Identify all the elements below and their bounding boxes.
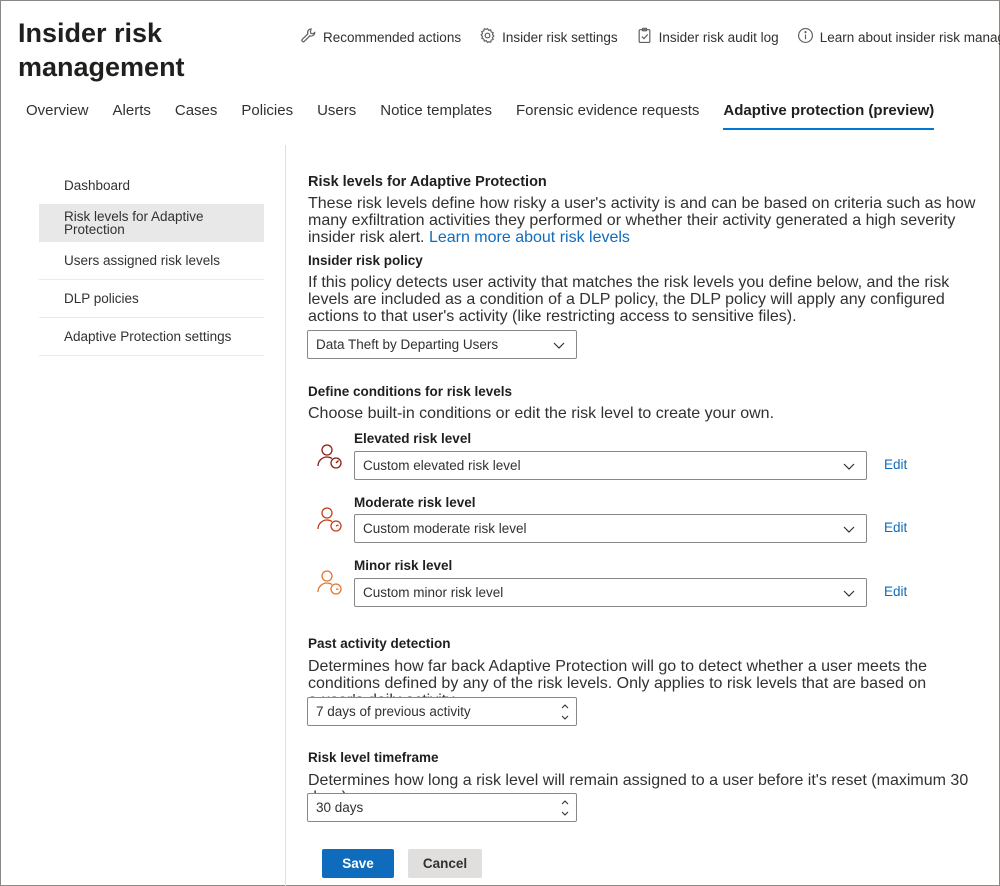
sidebar-item-dashboard[interactable]: Dashboard: [39, 166, 264, 204]
tab-bar: Overview Alerts Cases Policies Users Not…: [26, 100, 934, 132]
moderate-risk-user-icon: [317, 507, 342, 532]
sidebar-item-label: DLP policies: [64, 291, 139, 306]
sidebar-divider: [285, 145, 286, 886]
insider-risk-policy-dropdown[interactable]: Data Theft by Departing Users: [307, 330, 577, 359]
elevated-risk-user-icon: [317, 444, 342, 469]
info-icon: [797, 27, 814, 47]
chevron-down-icon: [843, 590, 855, 597]
save-button[interactable]: Save: [322, 849, 394, 878]
tab-forensic-evidence[interactable]: Forensic evidence requests: [516, 100, 699, 132]
define-conditions-description: Choose built-in conditions or edit the r…: [308, 405, 775, 422]
tab-adaptive-protection[interactable]: Adaptive protection (preview): [723, 100, 934, 132]
learn-more-risk-levels-link[interactable]: Learn more about risk levels: [429, 229, 630, 246]
sidebar-item-label: Users assigned risk levels: [64, 253, 221, 268]
insider-risk-policy-label: Insider risk policy: [308, 253, 423, 268]
chevron-down-icon: [843, 526, 855, 533]
sidebar-item-risk-levels[interactable]: Risk levels for Adaptive Protection: [39, 204, 264, 242]
tab-alerts[interactable]: Alerts: [113, 100, 151, 132]
edit-moderate-risk-link[interactable]: Edit: [884, 520, 907, 535]
dropdown-value: Data Theft by Departing Users: [316, 337, 499, 352]
learn-about-link[interactable]: Learn about insider risk management: [797, 27, 1000, 47]
recommended-actions-link[interactable]: Recommended actions: [300, 27, 461, 47]
edit-elevated-risk-link[interactable]: Edit: [884, 457, 907, 472]
audit-log-link[interactable]: Insider risk audit log: [636, 27, 779, 47]
chevron-down-icon: [843, 463, 855, 470]
sidebar-item-users-assigned[interactable]: Users assigned risk levels: [39, 242, 264, 280]
sidebar-item-label: Risk levels for Adaptive Protection: [64, 209, 204, 237]
define-conditions-label: Define conditions for risk levels: [308, 384, 513, 399]
past-activity-label: Past activity detection: [308, 636, 451, 651]
page-title: Insider risk management: [18, 18, 185, 82]
section-description-text: These risk levels define how risky a use…: [308, 195, 976, 246]
elevated-risk-dropdown[interactable]: Custom elevated risk level: [354, 451, 867, 480]
edit-minor-risk-link[interactable]: Edit: [884, 584, 907, 599]
window-frame: [0, 0, 1000, 886]
spin-arrows-icon[interactable]: [560, 797, 570, 819]
minor-risk-user-icon: [317, 570, 342, 595]
risk-level-timeframe-label: Risk level timeframe: [308, 750, 439, 765]
moderate-risk-dropdown[interactable]: Custom moderate risk level: [354, 514, 867, 543]
spinbox-value: 30 days: [316, 800, 364, 815]
section-description: These risk levels define how risky a use…: [308, 195, 978, 246]
elevated-risk-label: Elevated risk level: [354, 431, 472, 446]
past-activity-spinbox[interactable]: 7 days of previous activity: [307, 697, 577, 726]
top-links: Recommended actions Insider risk setting…: [300, 26, 1000, 48]
tab-cases[interactable]: Cases: [175, 100, 218, 132]
sidebar-item-label: Dashboard: [64, 177, 131, 193]
tab-overview[interactable]: Overview: [26, 100, 89, 132]
dropdown-value: Custom elevated risk level: [363, 458, 521, 473]
wrench-icon: [300, 27, 317, 47]
spin-arrows-icon[interactable]: [560, 701, 570, 723]
insider-risk-settings-link[interactable]: Insider risk settings: [479, 27, 618, 47]
insider-risk-settings-label: Insider risk settings: [502, 29, 618, 45]
learn-about-label: Learn about insider risk management: [819, 29, 1000, 45]
clipboard-icon: [636, 27, 653, 47]
audit-log-label: Insider risk audit log: [658, 29, 779, 45]
tab-policies[interactable]: Policies: [241, 100, 293, 132]
tab-users[interactable]: Users: [317, 100, 356, 132]
sidebar-item-adaptive-settings[interactable]: Adaptive Protection settings: [39, 318, 264, 356]
sidebar-item-dlp-policies[interactable]: DLP policies: [39, 280, 264, 318]
moderate-risk-label: Moderate risk level: [354, 495, 476, 510]
dropdown-value: Custom moderate risk level: [363, 521, 527, 536]
recommended-actions-label: Recommended actions: [323, 29, 462, 45]
dropdown-value: Custom minor risk level: [363, 585, 504, 600]
cancel-button[interactable]: Cancel: [408, 849, 482, 878]
section-title: Risk levels for Adaptive Protection: [308, 174, 547, 190]
minor-risk-label: Minor risk level: [354, 558, 453, 573]
minor-risk-dropdown[interactable]: Custom minor risk level: [354, 578, 867, 607]
sidebar: Dashboard Risk levels for Adaptive Prote…: [39, 166, 264, 356]
gear-icon: [479, 27, 496, 47]
risk-level-timeframe-spinbox[interactable]: 30 days: [307, 793, 577, 822]
tab-notice-templates[interactable]: Notice templates: [380, 100, 492, 132]
chevron-down-icon: [553, 342, 565, 349]
spinbox-value: 7 days of previous activity: [316, 704, 471, 719]
sidebar-item-label: Adaptive Protection settings: [64, 329, 232, 344]
insider-risk-policy-description: If this policy detects user activity tha…: [308, 274, 950, 325]
